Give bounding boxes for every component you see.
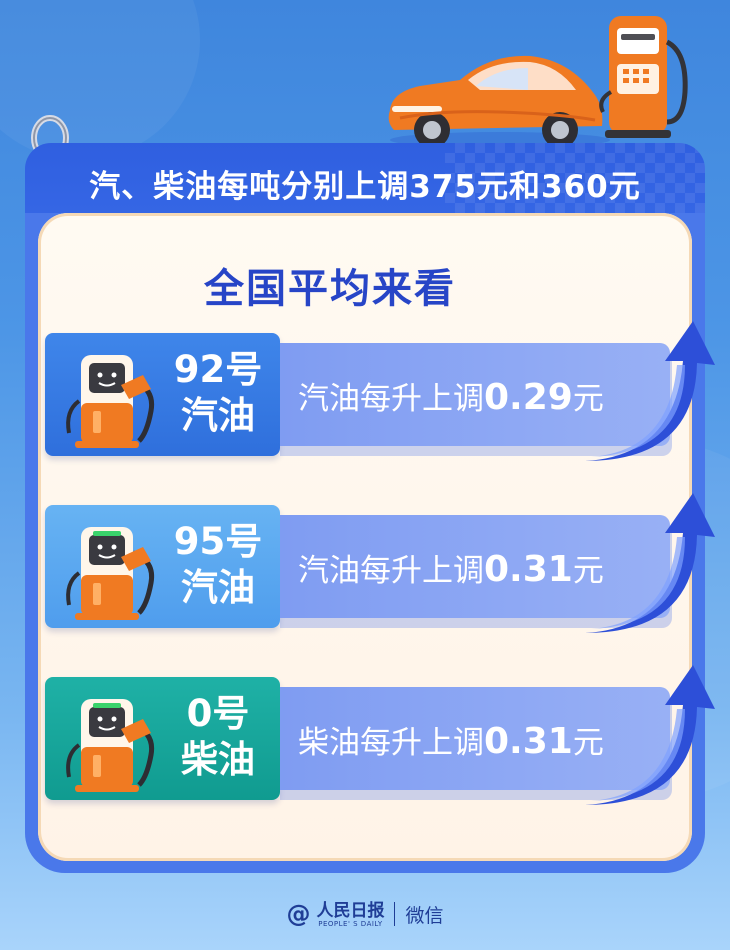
price-change-prefix: 汽油每升上调 — [298, 381, 484, 417]
fuel-row-95: 95号 汽油 汽油每升上调0.31元 — [45, 493, 715, 633]
price-change-prefix: 汽油每升上调 — [298, 553, 484, 589]
car-illustration — [388, 55, 610, 148]
footer: @ 人民日报 PEOPLE' S DAILY 微信 — [0, 900, 730, 928]
fuel-name: 95号 汽油 — [163, 519, 273, 611]
at-symbol: @ — [286, 900, 311, 928]
up-arrow-icon — [585, 493, 715, 633]
up-arrow-icon — [585, 665, 715, 805]
fuel-name: 92号 汽油 — [163, 347, 273, 439]
section-title: 全国平均来看 — [204, 266, 456, 312]
fuel-row-0: 0号 柴油 柴油每升上调0.31元 — [45, 665, 715, 805]
fuel-type: 汽油 — [181, 394, 255, 437]
gas-pump-illustration — [599, 16, 688, 138]
footer-logo: @ 人民日报 PEOPLE' S DAILY 微信 — [286, 900, 443, 928]
fuel-name: 0号 柴油 — [163, 691, 273, 783]
brand-name: 人民日报 — [316, 900, 385, 921]
brand-subtitle: PEOPLE' S DAILY — [318, 919, 383, 928]
fuel-pump-icon — [66, 355, 155, 448]
fuel-grade: 0号 — [186, 692, 250, 735]
fuel-pump-icon — [66, 699, 155, 792]
footer-divider — [394, 902, 396, 926]
up-arrow-icon — [585, 321, 715, 461]
fuel-type: 汽油 — [181, 566, 255, 609]
headline: 汽、柴油每吨分别上调375元和360元 — [89, 169, 641, 205]
fuel-pump-icon — [66, 527, 155, 620]
price-change-prefix: 柴油每升上调 — [298, 725, 484, 761]
fuel-grade: 92号 — [173, 348, 263, 391]
fuel-row-92: 92号 汽油 汽油每升上调0.29元 — [45, 321, 715, 461]
brand-block: 人民日报 PEOPLE' S DAILY — [316, 901, 384, 928]
fuel-type: 柴油 — [181, 738, 255, 781]
fuel-grade: 95号 — [173, 520, 263, 563]
channel-name: 微信 — [405, 904, 444, 927]
